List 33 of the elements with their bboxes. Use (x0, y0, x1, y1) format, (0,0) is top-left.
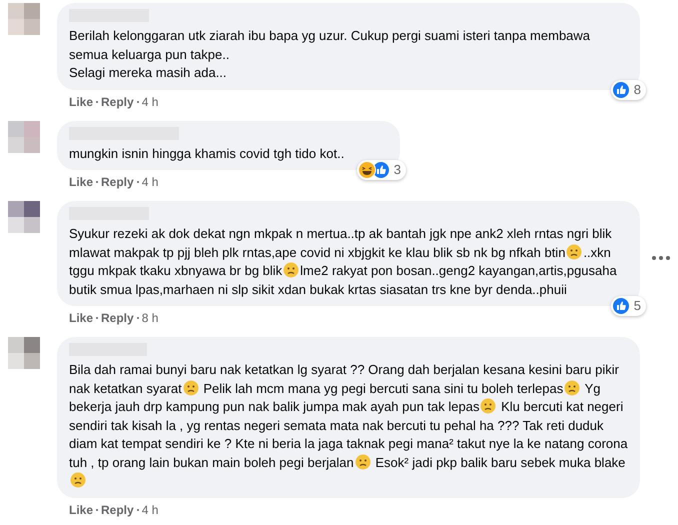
comment-text: Berilah kelonggaran utk ziarah ibu bapa yg uzur. Cukup pergi suami isteri tanpa membawa semua keluarga pun takpe.. Selagi mereka masih ada... (69, 27, 592, 82)
reaction-badge[interactable]: 5 (610, 296, 646, 316)
emoji-icon (283, 262, 300, 278)
comment-text: mungkin isnin hingga khamis covid tgh tido kot.. (69, 144, 346, 163)
emoji-icon (354, 454, 371, 470)
reaction-badge[interactable]: 3 (356, 160, 406, 180)
timestamp[interactable]: 4 h (142, 502, 158, 516)
more-options-icon[interactable] (652, 256, 670, 260)
timestamp[interactable]: 4 h (142, 175, 158, 189)
emoji-icon (182, 380, 199, 396)
like-link[interactable]: Like (69, 502, 94, 516)
timestamp[interactable]: 4 h (142, 94, 158, 108)
reaction-badge[interactable]: 8 (610, 80, 646, 100)
like-link[interactable]: Like (69, 311, 94, 325)
laughing-icon (358, 161, 376, 179)
reply-link[interactable]: Reply (101, 311, 134, 325)
comment-text: Syukur rezeki ak dok dekat ngn mkpak n mertua..tp ak bantah jgk npe ank2 xleh rntas ngri blik mlawat makpak tp pjj bleh plk rntas,ape covid ni xbjgkit ke klau blik sb nk bg nfkah btin ..xkn tggu mkpak tkaku xbnyawa br bg blik lme2 rakyat pon bosan..geng2 kayangan,artis,pgusaha butik smua lpas,marhaen ni slp sikit xdan bukak krtas siasatan trs kne byr denda..phuii (69, 225, 618, 299)
comment-text: Bila dah ramai bunyi baru nak ketatkan lg syarat ?? Orang dah berjalan kesana kesini baru pikir nak ketatkan syarat Pelik lah mcm mana yg pegi bercuti sana sini tu boleh terlepas Yg bekerja jauh drp kampung pun nak balik jumpa mak ayah pun tak lepas Klu bercuti kat negeri sendiri tak kisah la , yg rentas negeri semata mata nak bercuti tu pehal ha ??? Tak reti duduk diam kat tempat sendiri ke ? Kte ni beria la jaga taknak pegi mana² takut nye la ke natang corona tuh , tp orang lain bukan main boleh pegi berjalan Esok² jadi pkp balik baru sebek muka blake (69, 361, 628, 490)
emoji-icon (480, 398, 496, 414)
emoji-icon (70, 472, 86, 488)
emoji-icon (564, 380, 580, 396)
reply-link[interactable]: Reply (101, 502, 134, 516)
thumbs-up-icon (372, 161, 390, 179)
avatar[interactable] (8, 337, 40, 369)
like-link[interactable]: Like (69, 175, 94, 189)
reply-link[interactable]: Reply (101, 94, 134, 108)
thumbs-up-icon (612, 297, 630, 315)
like-link[interactable]: Like (69, 94, 94, 108)
timestamp[interactable]: 8 h (142, 311, 158, 325)
emoji-icon (566, 244, 582, 260)
thumbs-up-icon (612, 80, 630, 98)
reply-link[interactable]: Reply (101, 175, 134, 189)
avatar[interactable] (8, 201, 40, 233)
